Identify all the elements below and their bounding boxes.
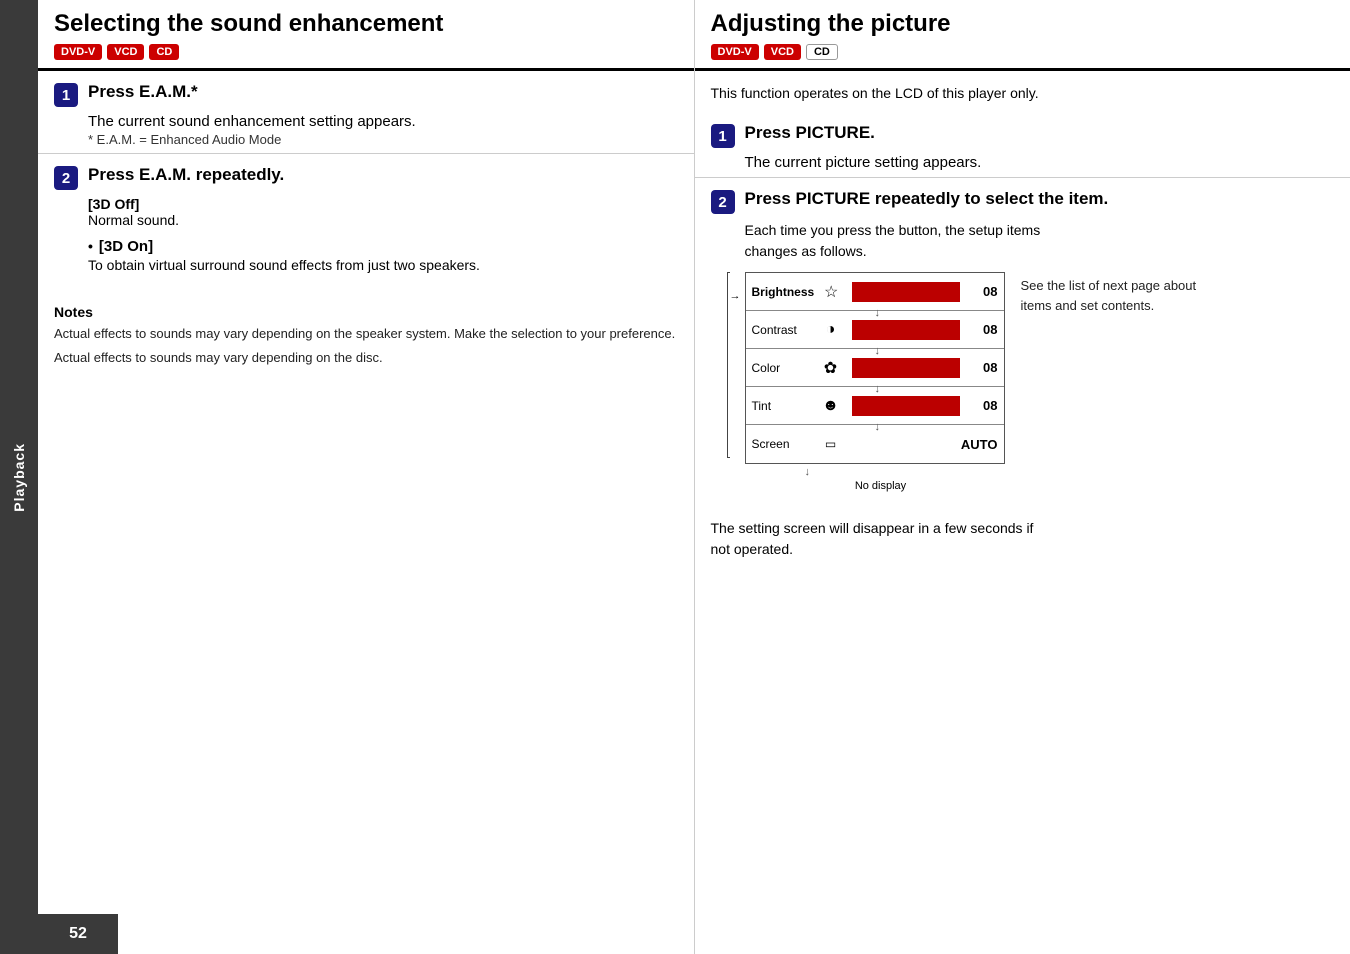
right-step1: 1 Press PICTURE. The current picture set… [695,112,1350,178]
contrast-icon: ◑ [820,319,842,341]
screen-label: Screen [752,437,814,451]
brightness-bar [852,282,959,302]
notes-line1-text: Actual effects to sounds may vary depend… [54,326,675,341]
down-arrow-2: ↓ [875,345,881,357]
right-step1-title: Press PICTURE. [745,122,875,144]
color-bar [852,358,960,378]
contrast-label: Contrast [752,323,814,337]
brightness-icon: ☆ [820,281,842,303]
right-badge-row: DVD-V VCD CD [711,44,1335,60]
down-arrow-5: ↓ [745,466,811,478]
left-step2-option2: • [3D On] [54,238,678,255]
option1-text: Normal sound. [88,212,678,228]
right-step2-num: 2 [711,190,735,214]
left-step1-header: 1 Press E.A.M.* [54,81,678,107]
bullet-dot: • [88,238,93,254]
tint-value: 08 [970,398,998,413]
left-step1-body: The current sound enhancement setting ap… [54,113,678,130]
right-step1-body-text: The current picture setting appears. [745,154,982,171]
down-arrow-1: ↓ [875,307,881,319]
option2-label: [3D On] [99,238,153,255]
notes-section: Notes Actual effects to sounds may vary … [38,292,694,377]
left-step1-title: Press E.A.M.* [88,81,198,103]
diagram-row-brightness: Brightness ☆ 08 ↓ [746,273,1004,311]
left-step1: 1 Press E.A.M.* The current sound enhanc… [38,71,694,154]
right-intro: This function operates on the LCD of thi… [695,71,1350,112]
right-step2-header: 2 Press PICTURE repeatedly to select the… [711,188,1335,214]
left-step2-num: 2 [54,166,78,190]
right-step2-body2: changes as follows. [745,243,867,259]
left-badge-row: DVD-V VCD CD [54,44,678,60]
screen-value: AUTO [948,437,998,452]
notes-line1: Actual effects to sounds may vary depend… [54,324,678,344]
no-display-label: No display [727,480,1005,492]
badge-vcd-left: VCD [107,44,144,60]
right-step1-num: 1 [711,124,735,148]
right-step1-body: The current picture setting appears. [711,154,1335,171]
diagram-wrapper: → Brightness ☆ 08 ↓ Contrast [727,272,1005,492]
color-label: Color [752,361,814,375]
color-value: 08 [970,360,998,375]
bottom-note: The setting screen will disappear in a f… [695,508,1350,568]
right-intro-text: This function operates on the LCD of thi… [711,85,1039,101]
down-arrow-3: ↓ [875,383,881,395]
right-section-header: Adjusting the picture DVD-V VCD CD [695,0,1350,71]
tint-icon: ☻ [820,395,842,417]
right-step1-header: 1 Press PICTURE. [711,122,1335,148]
notes-line2-text: Actual effects to sounds may vary depend… [54,350,383,365]
contrast-bar [852,320,960,340]
no-display-row: ↓ [745,466,1005,478]
right-step2: 2 Press PICTURE repeatedly to select the… [695,178,1350,508]
brightness-value: 08 [970,284,998,299]
left-step2-option1: [3D Off] Normal sound. [54,196,678,228]
bottom-note-line2: not operated. [711,541,794,557]
badge-cd-right: CD [806,44,838,60]
left-title: Selecting the sound enhancement [54,10,678,38]
picture-diagram: → Brightness ☆ 08 ↓ Contrast [727,272,1319,492]
tint-label: Tint [752,399,814,413]
sidebar: Playback [0,0,38,954]
diagram-side-note: See the list of next page about items an… [1021,272,1201,492]
brightness-arrow: → [730,290,741,302]
option1-label: [3D Off] [88,196,678,212]
screen-icon: ▭ [820,433,842,455]
badge-cd-left: CD [149,44,179,60]
badge-dvdv-left: DVD-V [54,44,102,60]
left-step1-body-text: The current sound enhancement setting ap… [88,113,416,130]
left-step2: 2 Press E.A.M. repeatedly. [3D Off] Norm… [38,154,694,282]
badge-dvdv-right: DVD-V [711,44,759,60]
option2-text: To obtain virtual surround sound effects… [54,255,678,276]
right-step2-body: Each time you press the button, the setu… [711,220,1335,262]
left-step1-note: * E.A.M. = Enhanced Audio Mode [54,132,678,147]
down-arrow-4: ↓ [875,421,881,433]
right-column: Adjusting the picture DVD-V VCD CD This … [695,0,1350,954]
badge-vcd-right: VCD [764,44,801,60]
color-icon: ✿ [820,357,842,379]
contrast-value: 08 [970,322,998,337]
notes-line2: Actual effects to sounds may vary depend… [54,348,678,368]
bottom-note-line1: The setting screen will disappear in a f… [711,520,1034,536]
page-number: 52 [38,914,118,954]
sidebar-label: Playback [11,443,27,512]
left-step1-num: 1 [54,83,78,107]
left-step2-title: Press E.A.M. repeatedly. [88,164,284,186]
notes-title: Notes [54,304,678,320]
left-section-header: Selecting the sound enhancement DVD-V VC… [38,0,694,71]
diagram-table: Brightness ☆ 08 ↓ Contrast ◑ 08 [745,272,1005,464]
left-column: Selecting the sound enhancement DVD-V VC… [38,0,695,954]
right-title: Adjusting the picture [711,10,1335,38]
right-step2-title: Press PICTURE repeatedly to select the i… [745,188,1109,210]
right-step2-body1: Each time you press the button, the setu… [745,222,1041,238]
main-content: 52 Selecting the sound enhancement DVD-V… [38,0,1350,954]
brightness-label: Brightness [752,285,815,299]
tint-bar [852,396,960,416]
left-step2-header: 2 Press E.A.M. repeatedly. [54,164,678,190]
